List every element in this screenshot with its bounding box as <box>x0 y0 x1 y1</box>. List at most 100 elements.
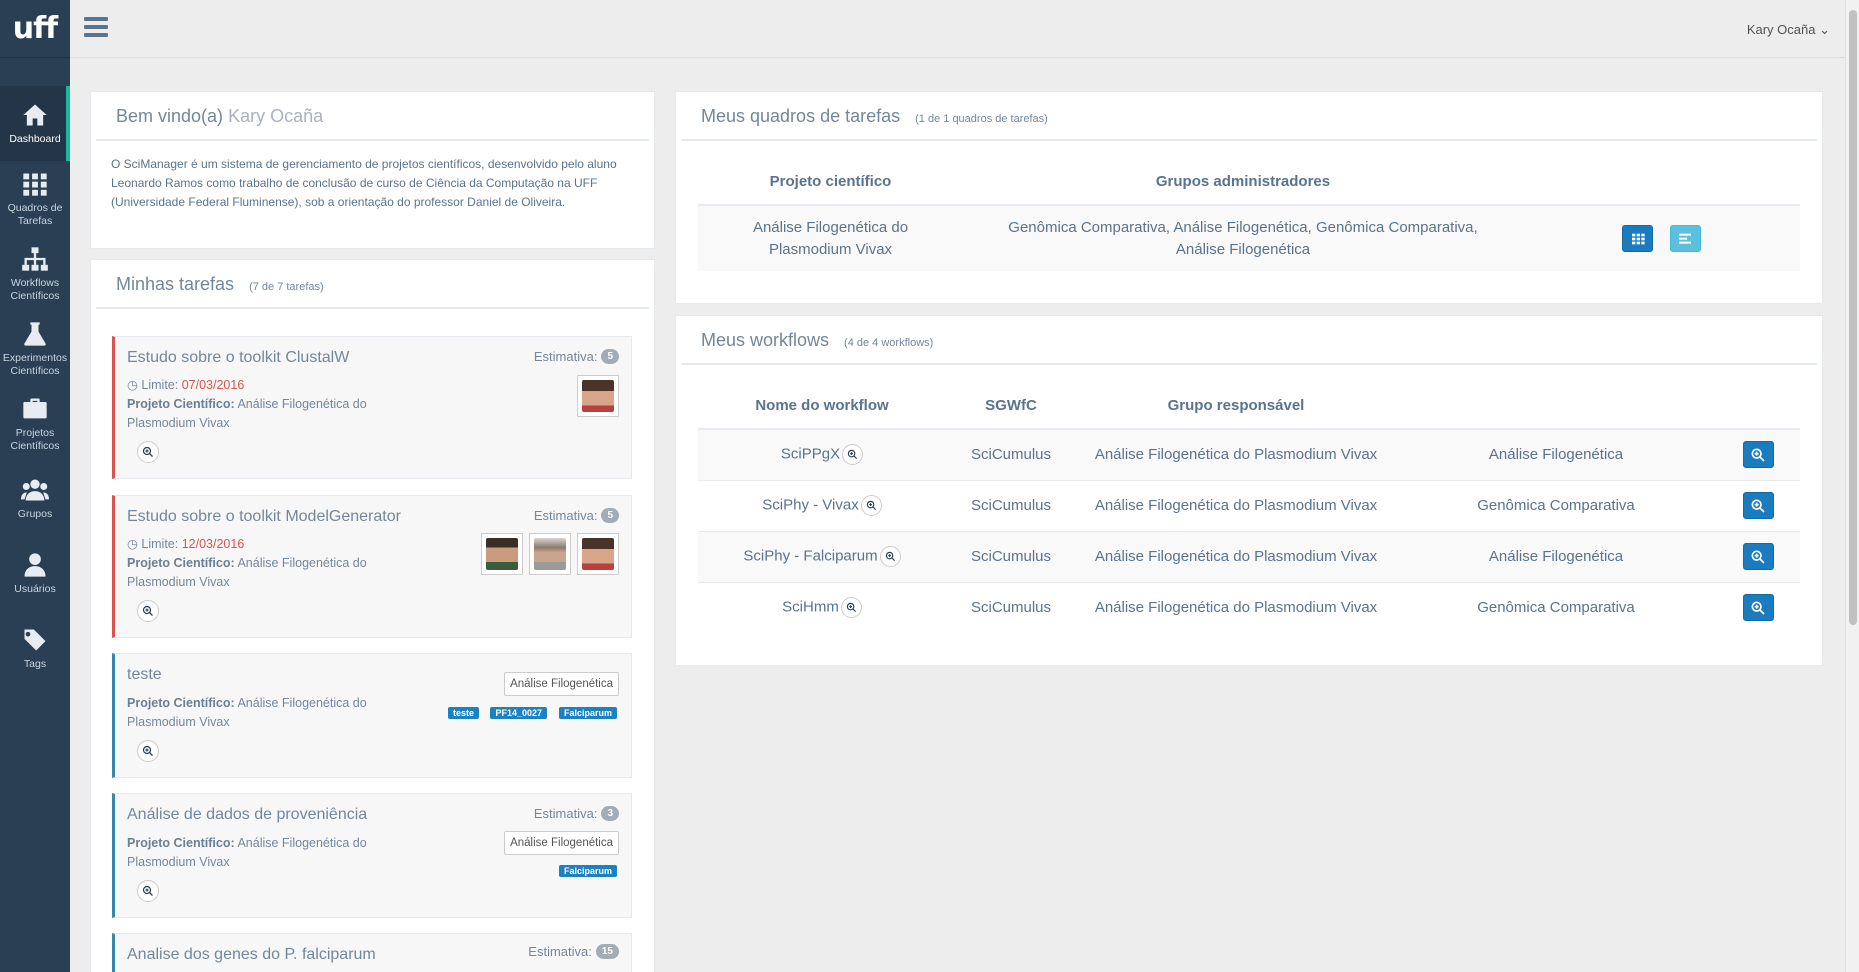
workflow-actions-cell <box>1716 581 1800 633</box>
tag-badge[interactable]: teste <box>447 707 479 719</box>
flask-icon <box>24 321 46 346</box>
board-list-button[interactable] <box>1669 225 1701 252</box>
workflow-name[interactable]: SciPhy - Falciparum <box>743 547 877 564</box>
workflow-project: Análise Filogenética do Plasmodium Vivax <box>1076 479 1396 531</box>
project-label: Projeto Científico: <box>127 696 235 710</box>
view-workflow-button[interactable] <box>1742 492 1774 519</box>
estimate-badge: 3 <box>601 806 619 821</box>
sidebar-item-label: Grupos <box>17 508 53 520</box>
zoom-in-icon[interactable] <box>860 495 882 516</box>
zoom-in-icon[interactable] <box>137 600 159 622</box>
avatar[interactable] <box>577 375 619 417</box>
task-estimate: Estimativa: 5 <box>534 508 619 523</box>
tasks-panel: Minhas tarefas (7 de 7 tarefas) Estudo s… <box>90 259 655 972</box>
avatar[interactable] <box>577 533 619 575</box>
workflow-actions-cell <box>1716 428 1800 480</box>
limit-date: 07/03/2016 <box>181 378 245 392</box>
uff-logo[interactable]: uff <box>0 0 70 58</box>
sidebar: uff Dashboard Quadros de Tarefas Workflo… <box>0 0 70 972</box>
user-menu[interactable]: Kary Ocaña ⌄ <box>1747 22 1830 38</box>
sidebar-item-grupos[interactable]: Grupos <box>0 461 70 536</box>
scrollbar-thumb[interactable] <box>1849 10 1857 625</box>
sidebar-item-workflows[interactable]: Workflows Científicos <box>0 236 70 311</box>
task-card[interactable]: Estudo sobre o toolkit ClustalW Estimati… <box>112 336 632 479</box>
chevron-down-icon: ⌄ <box>1819 22 1830 37</box>
open-board-button[interactable] <box>1622 225 1654 252</box>
zoom-in-icon <box>1751 601 1765 615</box>
tasks-title-text: Minhas tarefas <box>116 274 235 294</box>
sidebar-item-projetos[interactable]: Projetos Científicos <box>0 386 70 461</box>
sidebar-item-dashboard[interactable]: Dashboard <box>0 86 70 161</box>
task-limit: ◷ Limite: 07/03/2016 <box>127 377 244 392</box>
briefcase-icon <box>23 398 47 418</box>
sidebar-item-tags[interactable]: Tags <box>0 611 70 686</box>
menu-toggle-icon[interactable] <box>84 17 108 39</box>
project-label: Projeto Científico: <box>127 397 235 411</box>
board-project-cell: Análise Filogenética do Plasmodium Vivax <box>698 204 963 271</box>
task-project: Projeto Científico: Análise Filogenética… <box>127 554 407 592</box>
workflow-sgwfc: SciCumulus <box>946 530 1076 582</box>
sidebar-item-label: Projetos Científicos <box>10 426 60 452</box>
sidebar-item-label: Usuários <box>14 583 56 595</box>
workflow-name[interactable]: SciHmm <box>782 599 839 616</box>
tags-icon <box>23 629 46 651</box>
welcome-title: Bem vindo(a) Kary Ocaña <box>96 92 649 141</box>
workflows-table: Nome do workflow SGWfC Grupo responsável… <box>698 383 1800 633</box>
zoom-in-icon[interactable] <box>137 740 159 762</box>
user-name: Kary Ocaña <box>1746 22 1816 37</box>
table-header-row: Projeto científico Grupos administradore… <box>698 159 1800 206</box>
task-title[interactable]: Estudo sobre o toolkit ClustalW <box>127 349 349 367</box>
zoom-in-icon[interactable] <box>879 546 901 567</box>
boards-count: (1 de 1 quadros de tarefas) <box>915 113 1048 125</box>
board-groups: Genômica Comparativa, Análise Filogenéti… <box>1008 218 1478 258</box>
scrollbar[interactable] <box>1845 0 1859 972</box>
workflow-name[interactable]: SciPhy - Vivax <box>762 496 858 513</box>
sidebar-item-experimentos[interactable]: Experimentos Científicos <box>0 311 70 386</box>
task-card[interactable]: teste Análise Filogenética Projeto Cient… <box>112 653 632 778</box>
workflow-sgwfc: SciCumulus <box>946 479 1076 531</box>
tag-badge[interactable]: Falciparum <box>558 707 617 719</box>
workflows-panel: Meus workflows (4 de 4 workflows) Nome d… <box>675 315 1823 666</box>
list-icon <box>1679 233 1692 244</box>
estimate-badge: 15 <box>595 944 619 959</box>
sidebar-item-usuarios[interactable]: Usuários <box>0 536 70 611</box>
task-estimate: Estimativa: 5 <box>534 349 619 364</box>
workflows-title-text: Meus workflows <box>701 330 830 350</box>
zoom-in-icon[interactable] <box>137 880 159 902</box>
users-icon <box>21 479 49 501</box>
workflow-project: Análise Filogenética do Plasmodium Vivax <box>1076 581 1396 633</box>
workflow-actions-cell <box>1716 479 1800 531</box>
tag-badge[interactable]: PF14_0027 <box>490 707 547 719</box>
estimate-badge: 5 <box>601 508 619 523</box>
task-title[interactable]: Análise de dados de proveniência <box>127 806 367 824</box>
task-title[interactable]: Analise dos genes do P. falciparum <box>127 946 376 964</box>
view-workflow-button[interactable] <box>1742 594 1774 622</box>
estimate-badge: 5 <box>601 349 619 364</box>
boards-title: Meus quadros de tarefas (1 de 1 quadros … <box>681 92 1817 141</box>
zoom-in-icon[interactable] <box>842 444 864 466</box>
task-card[interactable]: Análise de dados de proveniência Estimat… <box>112 793 632 918</box>
workflow-group: Análise Filogenética <box>1396 530 1716 582</box>
workflow-project: Análise Filogenética do Plasmodium Vivax <box>1076 428 1396 480</box>
zoom-in-icon[interactable] <box>840 597 862 619</box>
welcome-user-name: Kary Ocaña <box>228 106 324 126</box>
view-workflow-button[interactable] <box>1742 441 1774 469</box>
grid-icon <box>23 173 47 196</box>
zoom-in-icon[interactable] <box>137 441 159 463</box>
task-title[interactable]: Estudo sobre o toolkit ModelGenerator <box>127 508 401 526</box>
sidebar-item-label: Tags <box>23 658 47 670</box>
avatar[interactable] <box>481 533 523 575</box>
project-label: Projeto Científico: <box>127 556 235 570</box>
avatar[interactable] <box>529 533 571 575</box>
task-card[interactable]: Estudo sobre o toolkit ModelGenerator Es… <box>112 495 632 638</box>
workflow-name[interactable]: SciPPgX <box>781 446 840 463</box>
limit-date: 12/03/2016 <box>181 537 245 551</box>
sidebar-item-quadros[interactable]: Quadros de Tarefas <box>0 161 70 236</box>
workflow-name-cell: SciPPgX <box>698 428 946 480</box>
task-estimate: Estimativa: 15 <box>528 944 619 959</box>
view-workflow-button[interactable] <box>1742 543 1774 570</box>
task-card[interactable]: Analise dos genes do P. falciparum Estim… <box>112 933 632 972</box>
tag-badge[interactable]: Falciparum <box>558 865 617 877</box>
grid-icon <box>1631 233 1645 244</box>
task-title[interactable]: teste <box>127 666 162 684</box>
